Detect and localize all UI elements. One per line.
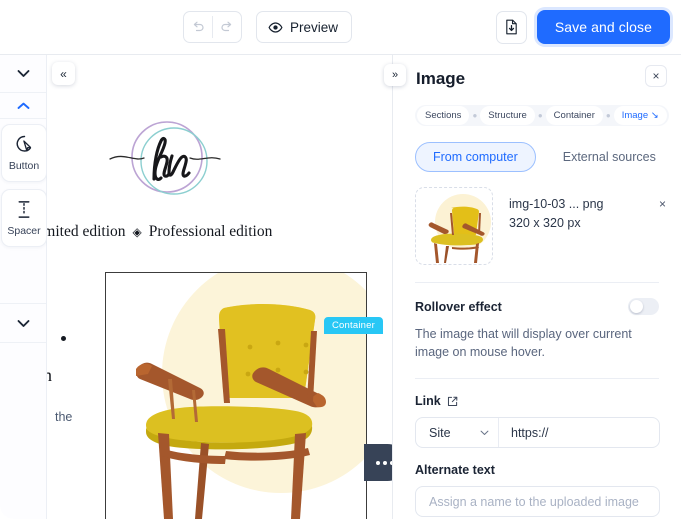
container-badge[interactable]: Container bbox=[324, 317, 383, 334]
breadcrumb-separator-3: ● bbox=[605, 111, 611, 120]
armchair-illustration-icon bbox=[136, 304, 326, 519]
tab-external-sources[interactable]: External sources bbox=[546, 143, 673, 171]
breadcrumb-item-sections[interactable]: Sections bbox=[417, 105, 470, 126]
list-bullet bbox=[61, 336, 66, 341]
panel-header: Image × bbox=[393, 55, 681, 96]
more-options-button[interactable] bbox=[364, 444, 392, 481]
preview-label: Preview bbox=[290, 19, 339, 35]
breadcrumb-item-container[interactable]: Container bbox=[545, 105, 603, 126]
chevron-up-icon bbox=[17, 102, 29, 109]
undo-redo-group bbox=[183, 11, 242, 43]
canvas-side-text-heading[interactable]: n bbox=[47, 365, 52, 386]
rollover-effect-description: The image that will display over current… bbox=[415, 327, 632, 360]
cursor-click-icon bbox=[16, 135, 31, 152]
rollover-effect-label: Rollover effect bbox=[415, 299, 502, 314]
image-thumbnail[interactable] bbox=[415, 187, 493, 265]
left-sidebar: Button Spacer bbox=[0, 55, 47, 519]
sidebar-tool-spacer-label: Spacer bbox=[7, 225, 41, 237]
canvas-side-text-body[interactable]: the bbox=[55, 410, 72, 424]
page-canvas[interactable]: imited edition ◈ Professional edition Cont… bbox=[47, 55, 392, 519]
alternate-text-label-text: Alternate text bbox=[415, 463, 495, 478]
undo-arrow-icon bbox=[193, 21, 204, 32]
rollover-effect-row: Rollover effect bbox=[415, 298, 659, 315]
breadcrumb-item-image[interactable]: Image ↘ bbox=[613, 105, 667, 126]
redo-arrow-icon bbox=[221, 21, 232, 32]
sidebar-section-collapse[interactable] bbox=[0, 55, 46, 93]
remove-file-button[interactable]: × bbox=[659, 197, 666, 211]
save-file-icon bbox=[506, 19, 517, 35]
redo-button[interactable] bbox=[213, 12, 241, 42]
thumbnail-armchair-icon bbox=[428, 206, 485, 263]
panel-title: Image bbox=[416, 68, 466, 88]
breadcrumb: Sections ● Structure ● Container ● Image… bbox=[415, 105, 669, 126]
link-label-text: Link bbox=[415, 394, 441, 409]
sidebar-tool-list: Button Spacer bbox=[0, 119, 47, 247]
hero-text-left: imited edition bbox=[47, 223, 126, 240]
external-link-icon[interactable] bbox=[447, 396, 458, 407]
toggle-knob bbox=[630, 300, 643, 313]
toolbar-right-group: Save and close bbox=[495, 10, 670, 44]
chevron-down-icon bbox=[17, 70, 29, 77]
chevron-down-icon-3 bbox=[480, 430, 489, 435]
link-url-input[interactable]: https:// bbox=[499, 418, 659, 447]
sidebar-collapse-button[interactable]: « bbox=[52, 62, 75, 85]
close-icon: × bbox=[652, 69, 660, 83]
tab-from-computer[interactable]: From computer bbox=[415, 142, 536, 172]
hn-monogram-icon bbox=[109, 121, 221, 195]
sidebar-collapse-label: « bbox=[60, 66, 67, 81]
file-dimensions: 320 x 320 px bbox=[509, 216, 581, 230]
chevron-down-icon-2 bbox=[17, 319, 29, 327]
panel-expand-label: » bbox=[391, 69, 399, 81]
sidebar-tool-spacer[interactable]: Spacer bbox=[1, 189, 47, 247]
hero-text-right: Professional edition bbox=[148, 223, 273, 240]
uploaded-file-row: img-10-03 ... png 320 x 320 px × bbox=[415, 187, 666, 265]
undo-button[interactable] bbox=[184, 12, 212, 42]
site-logo bbox=[102, 113, 232, 208]
dot-2 bbox=[383, 460, 387, 465]
eye-icon bbox=[268, 21, 283, 33]
panel-close-button[interactable]: × bbox=[645, 65, 667, 87]
top-toolbar: Preview Save and close bbox=[0, 0, 681, 55]
save-and-close-button[interactable]: Save and close bbox=[536, 10, 670, 44]
hero-editions-line[interactable]: imited edition ◈ Professional edition bbox=[47, 223, 392, 241]
diamond-icon: ◈ bbox=[132, 225, 142, 239]
dot-3 bbox=[390, 460, 392, 465]
canvas-image-block[interactable] bbox=[105, 272, 367, 519]
toolbar-center-group: Preview bbox=[183, 11, 353, 43]
panel-expand-button[interactable]: » bbox=[384, 64, 406, 86]
save-draft-button[interactable] bbox=[495, 10, 527, 44]
sidebar-section-elements-toggle[interactable] bbox=[0, 93, 46, 119]
breadcrumb-separator-2: ● bbox=[537, 111, 543, 120]
breadcrumb-separator-1: ● bbox=[472, 111, 478, 120]
save-and-close-label: Save and close bbox=[554, 19, 652, 35]
preview-button[interactable]: Preview bbox=[256, 11, 353, 43]
file-name: img-10-03 ... png bbox=[509, 197, 604, 211]
panel-divider-1 bbox=[415, 282, 659, 283]
editor-window: Preview Save and close Button Spacer « i… bbox=[0, 0, 681, 519]
sidebar-tool-button-label: Button bbox=[8, 160, 40, 172]
link-input-group: Site https:// bbox=[415, 417, 660, 449]
alternate-text-input[interactable]: Assign a name to the uploaded image bbox=[415, 486, 660, 518]
remove-file-icon: × bbox=[658, 197, 666, 211]
link-field-label: Link bbox=[415, 394, 659, 408]
dot-1 bbox=[376, 460, 380, 465]
panel-divider-2 bbox=[415, 378, 659, 380]
link-type-value: Site bbox=[429, 425, 451, 440]
sidebar-tool-button[interactable]: Button bbox=[1, 124, 47, 182]
link-type-select[interactable]: Site bbox=[416, 418, 499, 448]
image-source-tabs: From computer External sources bbox=[415, 142, 681, 172]
breadcrumb-item-structure[interactable]: Structure bbox=[480, 105, 535, 126]
file-metadata: img-10-03 ... png 320 x 320 px bbox=[509, 197, 604, 265]
sidebar-section-more[interactable] bbox=[0, 303, 46, 343]
spacer-icon bbox=[18, 201, 30, 218]
rollover-effect-toggle[interactable] bbox=[628, 298, 659, 315]
alternate-text-label: Alternate text bbox=[415, 463, 659, 477]
image-settings-panel: » Image × Sections ● Structure ● Contain… bbox=[384, 55, 681, 519]
